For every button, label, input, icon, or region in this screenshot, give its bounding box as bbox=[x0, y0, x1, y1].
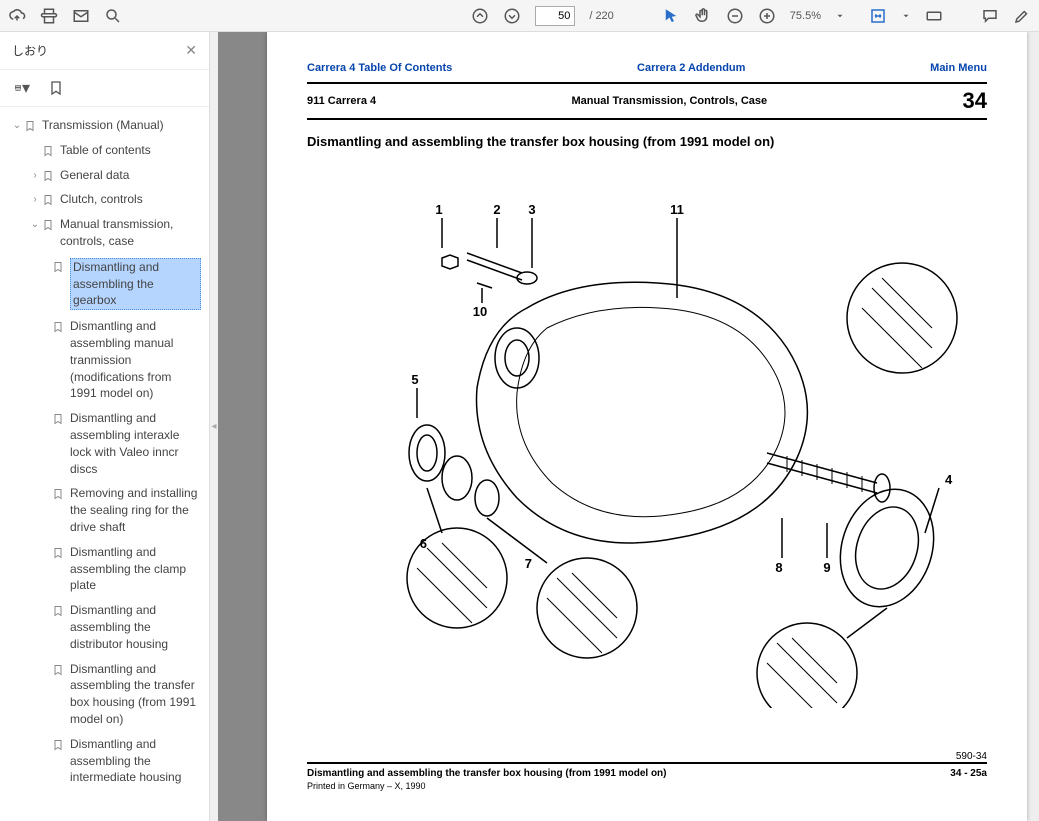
tree-label: Dismantling and assembling the intermedi… bbox=[70, 736, 201, 786]
tree-label: Dismantling and assembling manual tranmi… bbox=[70, 318, 201, 402]
page-number-input[interactable] bbox=[535, 6, 575, 26]
page-content: Carrera 4 Table Of Contents Carrera 2 Ad… bbox=[267, 32, 1027, 821]
transfer-box-diagram-svg: 1 2 3 11 10 5 6 7 8 9 4 bbox=[327, 188, 967, 708]
page-up-icon[interactable] bbox=[471, 7, 489, 25]
bookmark-icon bbox=[52, 738, 64, 752]
header-section: Manual Transmission, Controls, Case bbox=[376, 95, 962, 107]
pan-hand-icon[interactable] bbox=[694, 7, 712, 25]
chevron-down-icon[interactable]: ⌄ bbox=[28, 218, 42, 232]
tree-item-leaf[interactable]: Dismantling and assembling the distribut… bbox=[0, 598, 209, 656]
upload-cloud-icon[interactable] bbox=[8, 7, 26, 25]
callout-11: 11 bbox=[670, 202, 684, 217]
tree-item-leaf[interactable]: Dismantling and assembling the clamp pla… bbox=[0, 540, 209, 598]
callout-7: 7 bbox=[525, 556, 532, 571]
tree-item-leaf[interactable]: Dismantling and assembling interaxle loc… bbox=[0, 406, 209, 481]
print-icon[interactable] bbox=[40, 7, 58, 25]
mail-icon[interactable] bbox=[72, 7, 90, 25]
chevron-right-icon[interactable]: › bbox=[28, 193, 42, 207]
tree-label: General data bbox=[60, 167, 201, 184]
sidebar-title: しおり bbox=[12, 42, 48, 59]
bookmark-icon bbox=[52, 663, 64, 677]
tree-item-manual-trans[interactable]: ⌄ Manual transmission, controls, case bbox=[0, 212, 209, 254]
tree-item-leaf[interactable]: Dismantling and assembling the gearbox bbox=[0, 254, 209, 314]
chevron-left-icon: ◂ bbox=[211, 421, 216, 432]
comment-icon[interactable] bbox=[981, 7, 999, 25]
page-down-icon[interactable] bbox=[503, 7, 521, 25]
zoom-level-label[interactable]: 75.5% bbox=[790, 10, 821, 22]
bookmark-icon bbox=[52, 546, 64, 560]
tree-label: Transmission (Manual) bbox=[42, 117, 201, 134]
callout-5: 5 bbox=[411, 372, 418, 387]
tree-item-leaf[interactable]: Dismantling and assembling the transfer … bbox=[0, 657, 209, 732]
fit-width-icon[interactable] bbox=[869, 7, 887, 25]
bookmark-icon bbox=[42, 144, 54, 158]
tree-item-leaf[interactable]: Removing and installing the sealing ring… bbox=[0, 481, 209, 539]
zoom-in-icon[interactable] bbox=[758, 7, 776, 25]
callout-8: 8 bbox=[775, 560, 782, 575]
figure-number: 590-34 bbox=[307, 751, 987, 762]
tree-item-root[interactable]: ⌄ Transmission (Manual) bbox=[0, 113, 209, 138]
callout-1: 1 bbox=[435, 202, 442, 217]
sidebar-splitter[interactable]: ◂ bbox=[210, 32, 218, 821]
chevron-down-icon[interactable] bbox=[835, 7, 845, 25]
bookmark-icon bbox=[42, 218, 54, 232]
chevron-down-icon[interactable] bbox=[901, 7, 911, 25]
tree-label: Dismantling and assembling the distribut… bbox=[70, 602, 201, 652]
outline-tree: ⌄ Transmission (Manual) Table of content… bbox=[0, 107, 209, 821]
page-total-label: / 220 bbox=[589, 10, 613, 22]
main-toolbar: / 220 75.5% bbox=[0, 0, 1039, 32]
tree-label-selected: Dismantling and assembling the gearbox bbox=[70, 258, 201, 310]
header-section-number: 34 bbox=[963, 88, 987, 114]
footer-print-info: Printed in Germany – X, 1990 bbox=[307, 781, 987, 791]
tree-label: Dismantling and assembling interaxle loc… bbox=[70, 410, 201, 477]
bookmarks-sidebar: しおり ✕ ▾ ⌄ Transmission (Manual) Table of… bbox=[0, 32, 210, 821]
callout-10: 10 bbox=[473, 304, 487, 319]
chevron-down-icon[interactable]: ⌄ bbox=[10, 119, 24, 133]
footer-page-number: 34 - 25a bbox=[950, 768, 987, 779]
bookmark-icon bbox=[52, 320, 64, 334]
sign-pen-icon[interactable] bbox=[1013, 7, 1031, 25]
chevron-right-icon[interactable]: › bbox=[28, 169, 42, 183]
tree-label: Table of contents bbox=[60, 142, 201, 159]
bookmark-icon bbox=[24, 119, 36, 133]
exploded-diagram: 1 2 3 11 10 5 6 7 8 9 4 bbox=[307, 169, 987, 727]
bookmark-icon bbox=[42, 193, 54, 207]
keyboard-icon[interactable] bbox=[925, 7, 943, 25]
tree-label: Manual transmission, controls, case bbox=[60, 216, 201, 250]
search-icon[interactable] bbox=[104, 7, 122, 25]
outline-options-icon[interactable]: ▾ bbox=[14, 80, 30, 96]
tree-item-leaf[interactable]: Dismantling and assembling manual tranmi… bbox=[0, 314, 209, 406]
callout-6: 6 bbox=[420, 536, 427, 551]
page-title: Dismantling and assembling the transfer … bbox=[307, 134, 987, 149]
link-c2-addendum[interactable]: Carrera 2 Addendum bbox=[637, 62, 745, 74]
bookmark-icon bbox=[52, 604, 64, 618]
bookmark-ribbon-icon[interactable] bbox=[48, 80, 64, 96]
vertical-scrollbar[interactable] bbox=[1027, 32, 1039, 821]
callout-4: 4 bbox=[945, 472, 953, 487]
zoom-out-icon[interactable] bbox=[726, 7, 744, 25]
callout-3: 3 bbox=[528, 202, 535, 217]
bookmark-icon bbox=[52, 487, 64, 501]
document-viewer[interactable]: Carrera 4 Table Of Contents Carrera 2 Ad… bbox=[218, 32, 1039, 821]
tree-label: Dismantling and assembling the clamp pla… bbox=[70, 544, 201, 594]
footer-title: Dismantling and assembling the transfer … bbox=[307, 768, 667, 779]
close-icon[interactable]: ✕ bbox=[185, 42, 197, 59]
bookmark-icon bbox=[52, 260, 64, 274]
tree-item-leaf[interactable]: Dismantling and assembling the intermedi… bbox=[0, 732, 209, 790]
link-c4-toc[interactable]: Carrera 4 Table Of Contents bbox=[307, 62, 452, 74]
tree-item-general[interactable]: › General data bbox=[0, 163, 209, 188]
bookmark-icon bbox=[42, 169, 54, 183]
callout-9: 9 bbox=[823, 560, 830, 575]
tree-label: Dismantling and assembling the transfer … bbox=[70, 661, 201, 728]
bookmark-icon bbox=[52, 412, 64, 426]
select-tool-icon[interactable] bbox=[662, 7, 680, 25]
tree-label: Removing and installing the sealing ring… bbox=[70, 485, 201, 535]
header-model: 911 Carrera 4 bbox=[307, 95, 376, 107]
tree-item-toc[interactable]: Table of contents bbox=[0, 138, 209, 163]
link-main-menu[interactable]: Main Menu bbox=[930, 62, 987, 74]
callout-2: 2 bbox=[493, 202, 500, 217]
tree-label: Clutch, controls bbox=[60, 191, 201, 208]
tree-item-clutch[interactable]: › Clutch, controls bbox=[0, 187, 209, 212]
